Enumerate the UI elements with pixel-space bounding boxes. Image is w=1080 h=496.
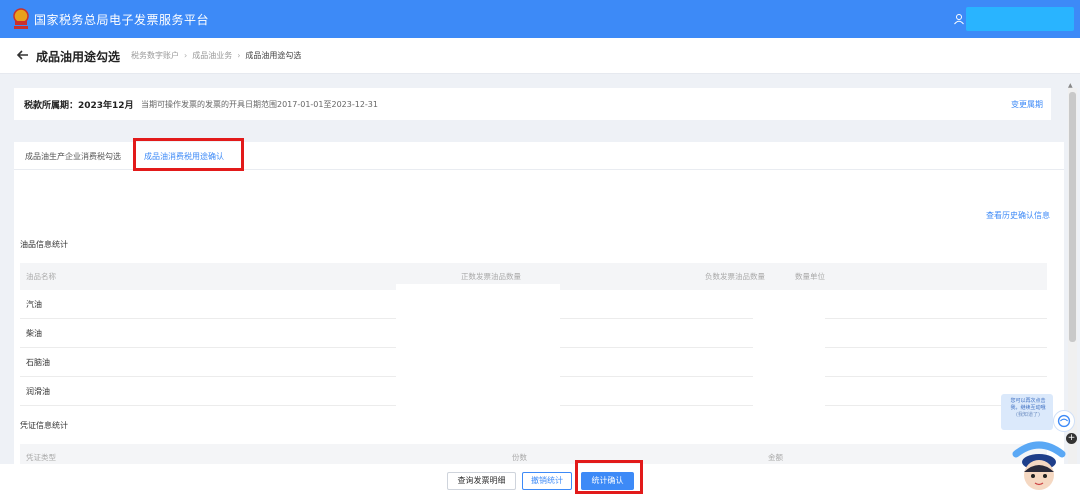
user-name-box[interactable]: [966, 7, 1074, 31]
breadcrumb: 税务数字账户 › 成品油业务 › 成品油用途勾选: [131, 50, 301, 61]
help-line-3: (我知道了): [1016, 412, 1040, 418]
invoice-date-range-note: 当期可操作发票的发票的开具日期范围2017-01-01至2023-12-31: [141, 100, 378, 109]
help-line-1: 您可以再次点击: [1010, 398, 1046, 404]
query-invoice-details-button[interactable]: 查询发票明细: [447, 472, 516, 490]
breadcrumb-item-oil[interactable]: 成品油业务: [192, 51, 232, 60]
column-header-positive-quantity: 正数发票油品数量: [461, 272, 521, 281]
breadcrumb-item-account[interactable]: 税务数字账户: [131, 51, 179, 60]
breadcrumb-separator-icon: ›: [237, 51, 241, 60]
column-header-count: 份数: [512, 453, 527, 462]
oil-name-cell: 石脑油: [26, 358, 50, 367]
interaction-assistant-mascot-icon[interactable]: [1012, 436, 1066, 492]
help-line-2: 我，继续互动哦: [1010, 405, 1046, 411]
expand-plus-icon[interactable]: +: [1066, 433, 1077, 444]
tax-bureau-logo-icon: [13, 8, 29, 29]
help-tooltip[interactable]: 您可以再次点击 我，继续互动哦 (我知道了): [1001, 394, 1053, 430]
history-confirmation-link[interactable]: 查看历史确认信息: [986, 210, 1050, 221]
platform-title: 国家税务总局电子发票服务平台: [34, 13, 210, 27]
column-header-voucher-type: 凭证类型: [26, 453, 56, 462]
change-period-link[interactable]: 变更属期: [1011, 99, 1043, 110]
tab-production-enterprise[interactable]: 成品油生产企业消费税勾选: [25, 151, 121, 162]
oil-name-cell: 汽油: [26, 300, 42, 309]
confirm-annotation-highlight: [575, 460, 643, 494]
voucher-statistics-title: 凭证信息统计: [20, 421, 68, 430]
breadcrumb-separator-icon: ›: [184, 51, 188, 60]
oil-name-cell: 润滑油: [26, 387, 50, 396]
column-header-oil-name: 油品名称: [26, 272, 56, 281]
redacted-quantity-area: [396, 284, 560, 409]
page-title: 成品油用途勾选: [36, 50, 121, 64]
interaction-icon[interactable]: [1053, 410, 1075, 432]
tax-period-label: 税款所属期：2023年12月: [24, 101, 134, 111]
tab-annotation-highlight: [133, 138, 244, 171]
tax-period-card: 税款所属期：2023年12月 当期可操作发票的发票的开具日期范围2017-01-…: [14, 88, 1051, 120]
main-content-card: 成品油生产企业消费税勾选 成品油消费税用途确认 查看历史确认信息 油品信息统计 …: [14, 142, 1064, 472]
help-tooltip-text: 您可以再次点击 我，继续互动哦 (我知道了): [1005, 398, 1051, 419]
oil-name-cell: 柴油: [26, 329, 42, 338]
scrollbar-thumb[interactable]: [1069, 92, 1076, 342]
sub-navigation: 成品油用途勾选 税务数字账户 › 成品油业务 › 成品油用途勾选: [0, 38, 1080, 74]
column-header-amount: 金额: [768, 453, 783, 462]
column-header-negative-quantity: 负数发票油品数量: [705, 272, 765, 281]
column-header-unit: 数量单位: [795, 272, 825, 281]
back-arrow-icon[interactable]: [16, 48, 30, 62]
top-header: 国家税务总局电子发票服务平台: [0, 0, 1080, 38]
undo-statistics-button[interactable]: 撤销统计: [522, 472, 572, 490]
user-icon[interactable]: [952, 12, 966, 26]
breadcrumb-item-current: 成品油用途勾选: [245, 51, 302, 60]
oil-statistics-title: 油品信息统计: [20, 240, 68, 249]
redacted-quantity-area: [753, 296, 825, 409]
